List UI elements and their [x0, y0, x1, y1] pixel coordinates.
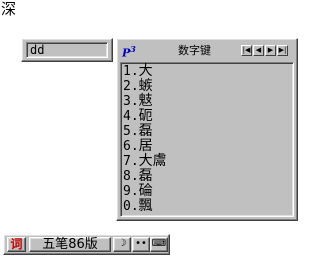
composition-input: dd — [26, 42, 108, 58]
candidate-item[interactable]: 7.大鬳 — [123, 154, 293, 170]
punctuation-toggle-button[interactable]: •• — [132, 237, 150, 252]
candidate-item[interactable]: 6.居 — [123, 139, 293, 155]
first-page-button[interactable]: |◀ — [241, 45, 252, 56]
candidate-title: 数字键 — [178, 44, 211, 57]
next-page-button[interactable]: ▶ — [265, 45, 276, 56]
candidate-item[interactable]: 5.磊 — [123, 124, 293, 140]
candidate-item[interactable]: 1.大 — [123, 64, 293, 80]
document-text: 深 — [1, 0, 17, 18]
soft-keyboard-icon[interactable]: ⌨ — [150, 237, 168, 252]
ime-status-bar: 词 五笔86版 ☽ •• ⌨ — [3, 234, 170, 255]
candidate-item[interactable]: 0.飄 — [123, 199, 293, 215]
candidate-nav: |◀ ◀ ▶ ▶| — [241, 45, 289, 58]
prev-page-button[interactable]: ◀ — [253, 45, 264, 56]
candidate-item[interactable]: 3.鬾 — [123, 94, 293, 110]
candidate-item[interactable]: 8.磊 — [123, 169, 293, 185]
candidate-header: P3 数字键 |◀ ◀ ▶ ▶| — [120, 42, 294, 60]
moon-icon[interactable]: ☽ — [113, 237, 131, 252]
candidate-item[interactable]: 4.砈 — [123, 109, 293, 125]
last-page-button[interactable]: ▶| — [277, 45, 288, 56]
candidate-item[interactable]: 2.螏 — [123, 79, 293, 95]
cn-en-toggle-button[interactable]: 词 — [7, 237, 26, 252]
candidate-list: 1.大 2.螏 3.鬾 4.砈 5.磊 6.居 7.大鬳 8.磊 9.碖 0.飄 — [120, 62, 294, 217]
ime-name-button[interactable]: 五笔86版 — [29, 237, 111, 252]
composition-window: dd — [21, 38, 113, 62]
candidate-item[interactable]: 9.碖 — [123, 184, 293, 200]
ime-logo-icon: P3 — [122, 44, 136, 60]
candidate-window: P3 数字键 |◀ ◀ ▶ ▶| 1.大 2.螏 3.鬾 4.砈 5.磊 6.居… — [116, 38, 298, 221]
